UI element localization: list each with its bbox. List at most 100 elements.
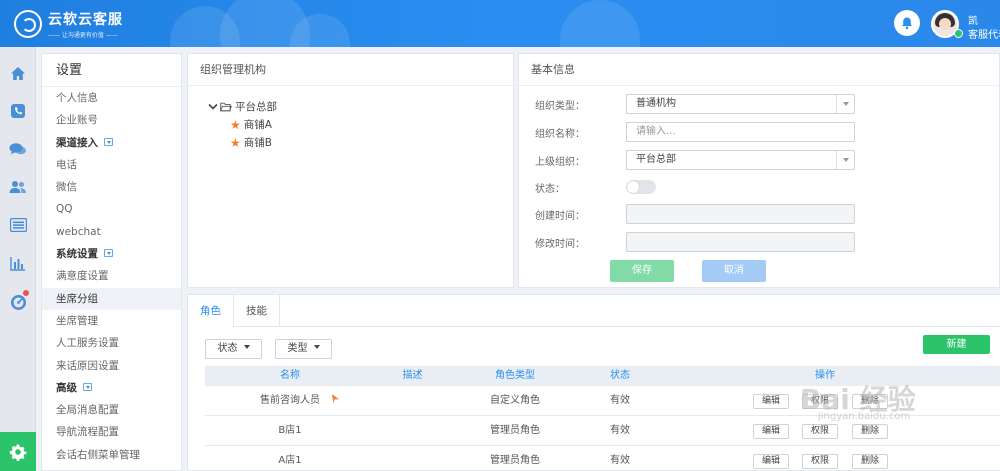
- type-filter-dropdown[interactable]: 类型: [275, 339, 332, 359]
- users-icon[interactable]: [0, 168, 36, 206]
- nav-item-satisfaction[interactable]: 满意度设置: [42, 265, 181, 287]
- tree-node-label: 商铺A: [243, 119, 272, 131]
- role-status-cell: 有效: [610, 395, 630, 406]
- nav-item-navigation-flow[interactable]: 导航流程配置: [42, 421, 181, 443]
- phone-icon[interactable]: [0, 92, 36, 130]
- new-role-button[interactable]: 新建: [923, 335, 990, 354]
- nav-group-advanced[interactable]: 高级: [42, 377, 181, 399]
- nav-item-enterprise-account[interactable]: 企业账号: [42, 109, 181, 131]
- tree-node-root[interactable]: 平台总部: [208, 98, 277, 116]
- tab-skills[interactable]: 技能: [234, 295, 280, 327]
- bar-chart-icon[interactable]: [0, 244, 36, 282]
- nav-group-system-settings[interactable]: 系统设置: [42, 243, 181, 265]
- created-time-label: 创建时间：: [535, 210, 585, 222]
- user-name[interactable]: 凯: [968, 12, 978, 27]
- status-toggle[interactable]: [626, 180, 656, 194]
- org-name-input[interactable]: 请输入...: [626, 122, 855, 142]
- star-icon: ★: [230, 136, 241, 150]
- nav-item-webchat[interactable]: webchat: [42, 221, 181, 243]
- header-cloud-decoration: [560, 0, 640, 47]
- settings-nav-title: 设置: [42, 54, 181, 87]
- nav-item-qq[interactable]: QQ: [42, 198, 181, 220]
- tab-roles[interactable]: 角色: [188, 295, 234, 328]
- logo-title: 云软云客服: [48, 12, 123, 28]
- nav-item-agent-groups[interactable]: 坐席分组: [42, 287, 181, 310]
- nav-item-phone[interactable]: 电话: [42, 154, 181, 176]
- parent-org-row: 上级组织： 平台总部: [535, 150, 855, 170]
- caret-down-icon: [243, 345, 250, 349]
- nav-item-label: 会话右侧菜单管理: [56, 448, 140, 461]
- chat-icon[interactable]: [0, 130, 36, 168]
- nav-item-call-reason[interactable]: 来话原因设置: [42, 355, 181, 377]
- column-header-status[interactable]: 状态: [595, 366, 645, 386]
- role-type-cell: 管理员角色: [490, 425, 540, 436]
- online-status-icon: [954, 29, 963, 38]
- delete-button[interactable]: 删除: [852, 424, 888, 439]
- nav-item-session-menu[interactable]: 会话右侧菜单管理: [42, 444, 181, 466]
- gear-icon[interactable]: [0, 432, 36, 471]
- org-panel-title: 组织管理机构: [188, 54, 513, 86]
- role-tabs: 角色 技能: [188, 295, 1000, 328]
- org-name-label: 组织名称：: [535, 128, 585, 140]
- nav-item-manual-service[interactable]: 人工服务设置: [42, 332, 181, 354]
- modified-time-label: 修改时间：: [535, 238, 585, 250]
- logo-icon: [14, 10, 42, 38]
- nav-item-global-message[interactable]: 全局消息配置: [42, 399, 181, 421]
- edit-button[interactable]: 编辑: [753, 394, 789, 409]
- created-time-field: [626, 204, 855, 224]
- parent-org-value: 平台总部: [636, 154, 676, 165]
- info-panel-title: 基本信息: [519, 54, 999, 86]
- notification-dot: [23, 290, 29, 296]
- nav-item-label: 微信: [56, 181, 77, 194]
- modified-time-field: [626, 232, 855, 252]
- chevron-down-icon[interactable]: [83, 382, 92, 391]
- home-icon[interactable]: [0, 54, 36, 92]
- tree-node-child[interactable]: ★ 商铺B: [208, 134, 277, 152]
- cancel-button[interactable]: 取消: [702, 260, 766, 282]
- nav-group-channel-access[interactable]: 渠道接入: [42, 132, 181, 154]
- bell-icon[interactable]: [894, 10, 920, 36]
- permission-button[interactable]: 权限: [802, 424, 838, 439]
- modified-time-row: 修改时间：: [535, 232, 855, 252]
- nav-item-label: QQ: [56, 203, 73, 216]
- nav-group-label: 高级: [56, 381, 77, 394]
- tree-node-label: 商铺B: [243, 137, 272, 149]
- status-filter-dropdown[interactable]: 状态: [205, 339, 262, 359]
- parent-org-label: 上级组织：: [535, 156, 585, 168]
- chevron-down-icon: [836, 151, 854, 169]
- tree-node-label: 平台总部: [235, 101, 277, 113]
- edit-button[interactable]: 编辑: [753, 454, 789, 469]
- column-header-role-type[interactable]: 角色类型: [475, 366, 555, 386]
- column-header-description[interactable]: 描述: [385, 366, 440, 386]
- permission-button[interactable]: 权限: [802, 454, 838, 469]
- nav-item-label: 坐席分组: [56, 292, 98, 305]
- nav-item-label: 全局消息配置: [56, 404, 119, 417]
- save-button[interactable]: 保存: [610, 260, 674, 282]
- delete-button[interactable]: 删除: [852, 454, 888, 469]
- org-type-select[interactable]: 普通机构: [626, 94, 855, 114]
- column-header-name[interactable]: 名称: [245, 366, 335, 386]
- chevron-down-icon[interactable]: [104, 249, 113, 258]
- status-row: 状态：: [535, 177, 656, 197]
- nav-item-personal-info[interactable]: 个人信息: [42, 87, 181, 109]
- chevron-down-icon[interactable]: [208, 103, 218, 111]
- dashboard-icon[interactable]: [0, 283, 36, 321]
- chevron-down-icon[interactable]: [104, 137, 113, 146]
- status-filter-label: 状态: [217, 343, 238, 354]
- nav-item-wechat[interactable]: 微信: [42, 176, 181, 198]
- settings-nav: 设置 个人信息 企业账号 渠道接入 电话 微信 QQ webchat 系统设置 …: [41, 53, 182, 471]
- icon-rail: [0, 47, 36, 471]
- nav-item-agent-management[interactable]: 坐席管理: [42, 310, 181, 332]
- parent-org-select[interactable]: 平台总部: [626, 150, 855, 170]
- list-icon[interactable]: [0, 206, 36, 244]
- role-type-cell: 自定义角色: [490, 395, 540, 406]
- edit-button[interactable]: 编辑: [753, 424, 789, 439]
- app-logo[interactable]: 云软云客服 —— 让沟通更有价值 ——: [14, 9, 123, 39]
- org-name-row: 组织名称： 请输入...: [535, 122, 855, 142]
- tree-node-child[interactable]: ★ 商铺A: [208, 116, 277, 134]
- org-tree-panel: 组织管理机构 平台总部 ★ 商铺A ★ 商铺B: [187, 53, 514, 288]
- org-type-value: 普通机构: [636, 98, 676, 109]
- table-row[interactable]: A店1 管理员角色 有效 编辑 权限 删除: [205, 446, 1000, 470]
- nav-item-label: 电话: [56, 158, 77, 171]
- nav-item-label: 满意度设置: [56, 270, 109, 283]
